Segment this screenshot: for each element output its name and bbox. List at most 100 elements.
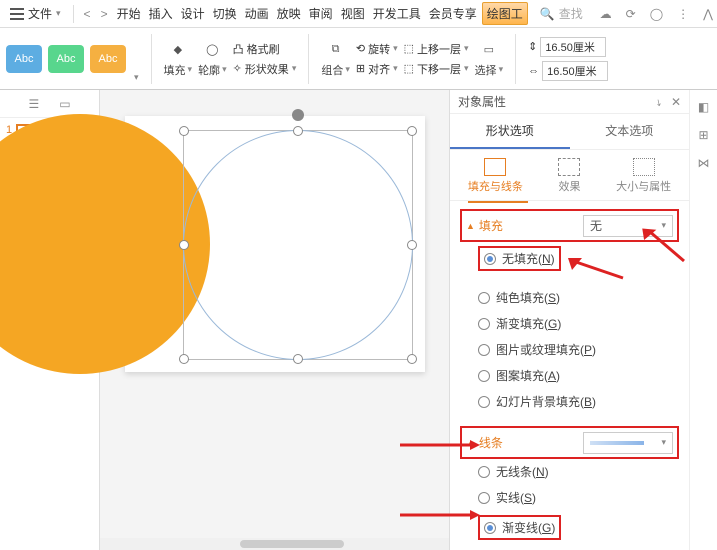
sync-icon[interactable]: ⟳ — [626, 7, 636, 21]
style-swatch-1[interactable]: Abc — [6, 45, 42, 73]
user-icon[interactable]: ◯ — [650, 7, 663, 21]
style-swatch-2[interactable]: Abc — [48, 45, 84, 73]
format-painter-button[interactable]: 凸格式刷 — [233, 41, 297, 57]
radio-icon — [484, 522, 496, 534]
subtab-effects[interactable]: 效果 — [558, 158, 580, 194]
width-icon: ⇔ — [528, 65, 539, 77]
handle-se[interactable] — [407, 354, 417, 364]
menu-devtools[interactable]: 开发工具 — [370, 2, 424, 25]
horizontal-scrollbar[interactable] — [100, 538, 449, 550]
subtab-size[interactable]: 大小与属性 — [616, 158, 671, 194]
canvas[interactable] — [100, 90, 449, 550]
subtab-effects-label: 效果 — [558, 178, 580, 194]
selected-circle-shape[interactable] — [183, 130, 413, 360]
fill-picture-radio[interactable]: 图片或纹理填充(P) — [478, 341, 679, 358]
rotate-button[interactable]: ⟲旋转▾ — [356, 41, 398, 57]
fill-line-icon — [484, 158, 506, 176]
shape-effects-button[interactable]: ✧形状效果▾ — [233, 61, 297, 77]
backward-icon: ⬚ — [404, 62, 414, 75]
line-none-radio[interactable]: 无线条(N) — [478, 463, 679, 480]
fill-section-header[interactable]: ▲ 填充 — [466, 213, 577, 238]
fill-none-radio[interactable]: 无填充(N) — [484, 250, 555, 267]
align-icon: ⊞ — [356, 62, 365, 75]
collapse-icon: ▲ — [466, 438, 475, 448]
swatch-more[interactable]: ▾ — [134, 72, 139, 89]
menu-animation[interactable]: 动画 — [242, 2, 272, 25]
outline-view-icon[interactable]: ☰ — [28, 97, 39, 111]
handle-nw[interactable] — [179, 126, 189, 136]
sidebar-tool-settings[interactable]: ⋈ — [698, 156, 710, 170]
file-menu[interactable]: 文件 ▾ — [4, 3, 67, 24]
line-solid-radio[interactable]: 实线(S) — [478, 489, 679, 506]
fill-button[interactable]: ◆ 填充▾ — [164, 40, 193, 78]
outline-button[interactable]: ◯ 轮廓▾ — [198, 40, 227, 78]
expand-icon[interactable]: ⋀ — [703, 7, 713, 21]
slide[interactable] — [125, 116, 425, 372]
rotate-handle[interactable] — [292, 109, 304, 121]
menu-transition[interactable]: 切换 — [210, 2, 240, 25]
fill-pattern-radio[interactable]: 图案填充(A) — [478, 367, 679, 384]
pin-icon[interactable]: ⭏ — [657, 95, 661, 109]
style-swatch-3[interactable]: Abc — [90, 45, 126, 73]
close-icon[interactable]: ✕ — [671, 95, 681, 109]
menu-member[interactable]: 会员专享 — [426, 2, 480, 25]
menu-view[interactable]: 视图 — [338, 2, 368, 25]
sidebar-tool-2[interactable]: ⊞ — [698, 128, 708, 142]
width-input[interactable]: 16.50厘米 — [542, 61, 608, 81]
nav-forward[interactable]: > — [97, 5, 112, 23]
height-icon: ⇕ — [528, 40, 537, 53]
divider — [515, 34, 516, 84]
thumbnail-view-icon[interactable]: ▭ — [59, 97, 70, 111]
handle-s[interactable] — [293, 354, 303, 364]
subtab-fill-label: 填充与线条 — [468, 178, 523, 194]
search-box[interactable]: 🔍 查找 — [540, 5, 583, 22]
tab-text-options[interactable]: 文本选项 — [570, 114, 690, 149]
line-section-header[interactable]: ▲ 线条 — [466, 430, 577, 455]
format-painter-label: 格式刷 — [247, 41, 280, 57]
cloud-icon[interactable]: ☁ — [600, 7, 612, 21]
send-backward-button[interactable]: ⬚下移一层▾ — [404, 61, 469, 77]
fill-solid-radio[interactable]: 纯色填充(S) — [478, 289, 679, 306]
fill-gradient-radio[interactable]: 渐变填充(G) — [478, 315, 679, 332]
menu-design[interactable]: 设计 — [178, 2, 208, 25]
tab-shape-options[interactable]: 形状选项 — [450, 114, 570, 149]
handle-e[interactable] — [407, 240, 417, 250]
align-button[interactable]: ⊞对齐▾ — [356, 61, 398, 77]
scrollbar-thumb[interactable] — [240, 540, 345, 548]
radio-icon — [478, 466, 490, 478]
more-icon[interactable]: ⋮ — [677, 7, 689, 21]
subtab-fill-line[interactable]: 填充与线条 — [468, 158, 523, 194]
select-button[interactable]: ▭ 选择▾ — [475, 40, 504, 78]
menu-insert[interactable]: 插入 — [146, 2, 176, 25]
fill-picture-label: 图片或纹理填充(P) — [496, 341, 596, 358]
menu-slideshow[interactable]: 放映 — [274, 2, 304, 25]
line-gradient-radio[interactable]: 渐变线(G) — [484, 519, 555, 536]
handle-w[interactable] — [179, 240, 189, 250]
line-sample — [590, 441, 644, 445]
selection-box[interactable] — [183, 130, 413, 360]
align-label: 对齐 — [368, 61, 390, 77]
line-section-label: 线条 — [479, 434, 503, 451]
group-button[interactable]: ⧉ 组合▾ — [321, 40, 350, 78]
menu-start[interactable]: 开始 — [114, 2, 144, 25]
radio-icon — [478, 370, 490, 382]
line-solid-label: 实线(S) — [496, 489, 536, 506]
shape-effects-label: 形状效果 — [245, 61, 289, 77]
fill-solid-label: 纯色填充(S) — [496, 289, 560, 306]
height-input[interactable]: 16.50厘米 — [540, 37, 606, 57]
radio-icon — [478, 292, 490, 304]
fill-slidebg-radio[interactable]: 幻灯片背景填充(B) — [478, 393, 679, 410]
handle-n[interactable] — [293, 126, 303, 136]
search-placeholder: 查找 — [559, 5, 583, 22]
line-combo[interactable]: ▾ — [583, 432, 673, 454]
bring-forward-button[interactable]: ⬚上移一层▾ — [404, 41, 469, 57]
handle-sw[interactable] — [179, 354, 189, 364]
divider — [308, 34, 309, 84]
menu-drawing-tools[interactable]: 绘图工 — [482, 2, 528, 25]
menu-review[interactable]: 审阅 — [306, 2, 336, 25]
handle-ne[interactable] — [407, 126, 417, 136]
sidebar-tool-1[interactable]: ◧ — [698, 100, 709, 114]
nav-back[interactable]: < — [80, 5, 95, 23]
fill-label: 填充 — [164, 62, 186, 78]
fill-pattern-label: 图案填充(A) — [496, 367, 560, 384]
